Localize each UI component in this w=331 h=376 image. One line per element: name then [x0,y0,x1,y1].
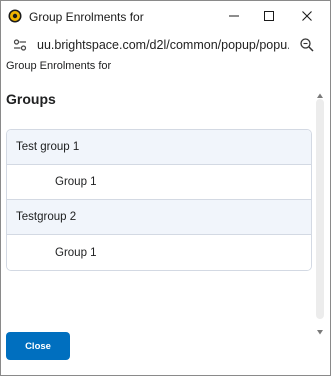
scroll-up-icon[interactable] [316,87,324,98]
group-row: Test group 1 [7,130,311,165]
close-window-button[interactable] [289,1,325,31]
close-icon [302,11,312,21]
maximize-icon [264,11,274,21]
group-member-row: Group 1 [7,165,311,200]
minimize-icon [229,15,239,17]
minimize-button[interactable] [216,1,252,31]
groups-table: Test group 1 Group 1 Testgroup 2 Group 1 [6,129,312,271]
group-name: Testgroup 2 [16,211,77,223]
browser-popup-window: Group Enrolments for uu.brightspace.com/… [0,0,331,376]
brightspace-app-icon [8,9,22,23]
address-bar: uu.brightspace.com/d2l/common/popup/popu… [1,31,330,59]
vertical-scrollbar[interactable] [313,85,327,335]
maximize-button[interactable] [251,1,287,31]
group-member-row: Group 1 [7,235,311,270]
scroll-down-icon[interactable] [316,323,324,335]
title-bar: Group Enrolments for [1,1,330,31]
group-name: Test group 1 [16,141,80,153]
url-display[interactable]: uu.brightspace.com/d2l/common/popup/popu… [37,38,289,52]
group-member-name: Group 1 [55,176,97,188]
groups-section-title: Groups [6,91,56,107]
close-button[interactable]: Close [6,332,70,360]
scrollbar-thumb[interactable] [316,99,324,319]
zoom-icon[interactable] [299,37,315,53]
page-content: Group Enrolments for Groups Test group 1… [1,59,330,375]
group-member-name: Group 1 [55,246,97,259]
window-title: Group Enrolments for [29,10,144,24]
page-heading: Group Enrolments for [6,60,112,72]
site-info-icon[interactable] [13,38,27,52]
group-row: Testgroup 2 [7,200,311,235]
